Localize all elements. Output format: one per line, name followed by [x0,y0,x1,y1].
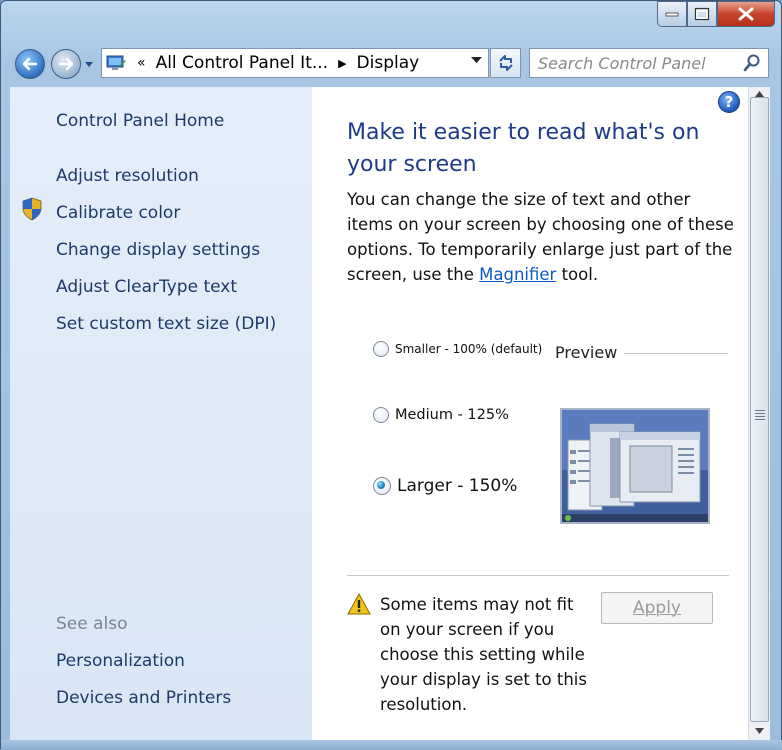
search-input[interactable] [538,53,728,73]
apply-button[interactable]: Apply [601,592,713,624]
back-button[interactable] [15,49,45,79]
description-part-end: tool. [556,265,599,284]
uac-shield-icon [22,197,42,221]
radio-smaller[interactable] [373,341,389,357]
magnifier-link[interactable]: Magnifier [479,265,556,284]
preview-label: Preview [555,343,618,362]
maximize-button[interactable] [687,1,717,27]
sidebar-item-adjust-cleartype[interactable]: Adjust ClearType text [56,277,237,297]
search-icon[interactable] [742,53,762,73]
task-pane: Control Panel Home Adjust resolution Cal… [10,87,312,740]
control-panel-home-link[interactable]: Control Panel Home [56,111,224,131]
forward-arrow-icon [58,57,74,71]
scroll-down-button[interactable] [749,722,770,740]
explorer-window: « All Control Panel It... ▶ Display Cont… [0,0,782,750]
close-button[interactable] [717,1,775,27]
sidebar-item-calibrate-color[interactable]: Calibrate color [56,203,180,223]
address-overflow-chevron[interactable]: « [137,55,146,71]
chevron-down-icon [85,62,93,67]
refresh-icon [498,55,513,71]
control-panel-icon [106,55,126,70]
breadcrumb-all-control-panel[interactable]: All Control Panel It... [156,53,329,73]
help-icon: ? [724,93,734,111]
help-button[interactable]: ? [718,91,740,113]
content-pane: ? Make it easier to read what's on your … [312,87,748,740]
close-icon [738,7,754,21]
option-smaller-label: Smaller - 100% (default) [395,342,543,356]
refresh-button[interactable] [490,48,521,78]
back-arrow-icon [22,57,38,71]
scroll-thumb[interactable] [750,97,769,722]
navigation-bar: « All Control Panel It... ▶ Display [1,41,782,87]
address-dropdown-icon[interactable] [471,57,482,64]
section-divider [347,575,729,576]
breadcrumb-separator[interactable]: ▶ [338,57,346,70]
sidebar-item-custom-text-size[interactable]: Set custom text size (DPI) [56,314,276,334]
radio-medium[interactable] [373,407,389,423]
description-text: You can change the size of text and othe… [347,187,737,287]
search-box [529,48,769,78]
radio-larger[interactable] [373,477,391,495]
forward-button[interactable] [51,49,81,79]
address-bar[interactable]: « All Control Panel It... ▶ Display [101,48,489,78]
option-smaller[interactable]: Smaller - 100% (default) [373,341,542,357]
vertical-scrollbar[interactable] [748,87,770,740]
breadcrumb-display[interactable]: Display [357,53,420,73]
minimize-icon [665,12,679,17]
maximize-icon [694,7,710,21]
preview-divider [624,353,728,354]
page-title: Make it easier to read what's on your sc… [347,120,700,177]
option-larger[interactable]: Larger - 150% [373,476,517,496]
option-larger-label: Larger - 150% [397,476,518,496]
caption-buttons [657,1,775,31]
recent-pages-dropdown[interactable] [85,61,95,71]
sidebar-item-adjust-resolution[interactable]: Adjust resolution [56,166,199,186]
warning-text: Some items may not fit on your screen if… [380,595,587,714]
option-medium[interactable]: Medium - 125% [373,407,509,423]
option-medium-label: Medium - 125% [395,407,509,423]
personalization-link[interactable]: Personalization [56,651,185,671]
preview-thumbnail [560,408,710,524]
scroll-grip-icon [755,410,765,422]
devices-and-printers-link[interactable]: Devices and Printers [56,688,231,708]
sidebar-item-change-display-settings[interactable]: Change display settings [56,240,260,260]
minimize-button[interactable] [657,1,687,27]
warning-icon [347,593,371,615]
see-also-heading: See also [56,614,128,634]
scroll-down-icon [755,728,764,734]
